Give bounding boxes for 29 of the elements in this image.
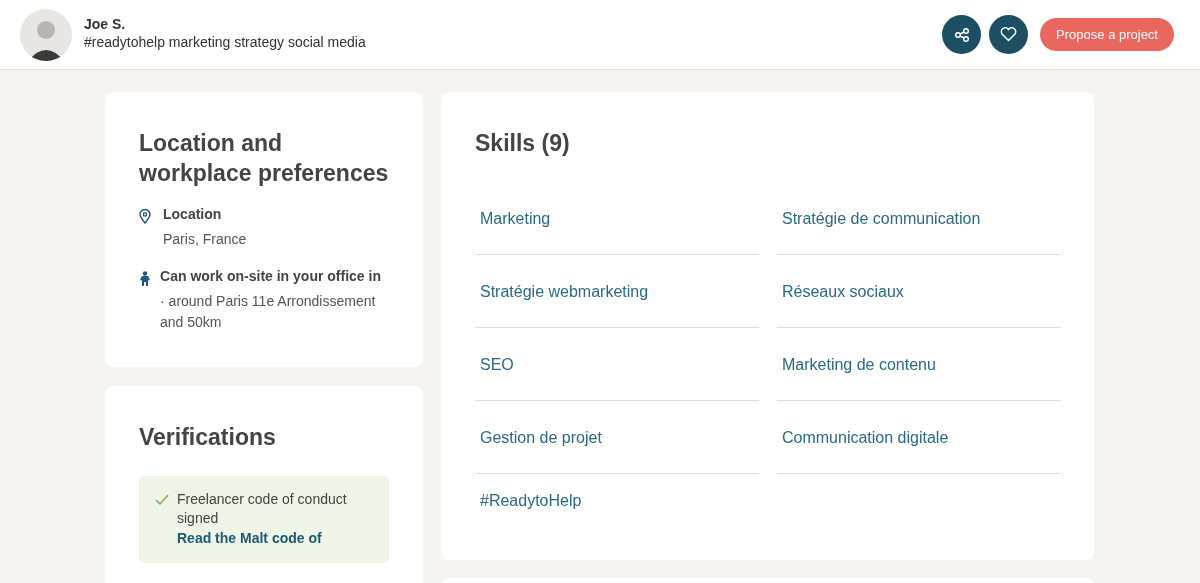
favorite-button[interactable] (989, 15, 1029, 54)
preference-value: Paris, France (163, 230, 247, 249)
avatar (20, 8, 72, 61)
share-button[interactable] (942, 15, 982, 54)
code-of-conduct-link[interactable]: Read the Malt code of (177, 530, 322, 546)
skill-link[interactable]: #ReadytoHelp (480, 490, 582, 511)
preference-label: Can work on-site in your office in (160, 267, 382, 286)
preference-value: · around Paris 11e Arrondissement and 50km (160, 292, 377, 332)
skill-link[interactable]: Marketing de contenu (782, 353, 936, 375)
card-title: Verifications (139, 423, 277, 452)
freelancer-name: Joe S. (84, 15, 127, 33)
location-pin-icon (139, 208, 151, 224)
share-icon (953, 26, 970, 43)
card-title: Skills (9) (475, 129, 571, 158)
check-icon (155, 494, 169, 506)
propose-project-button[interactable]: Propose a project (1040, 18, 1174, 51)
card-title: Location and workplace preferences (139, 129, 389, 188)
skill-link[interactable]: Gestion de projet (480, 426, 602, 448)
skill-link[interactable]: Communication digitale (782, 426, 949, 448)
skill-link[interactable]: Stratégie de communication (782, 207, 981, 229)
skill-link[interactable]: Stratégie webmarketing (480, 280, 649, 302)
heart-icon (1000, 27, 1018, 42)
preference-label: Location (163, 205, 223, 224)
person-icon (139, 270, 151, 286)
skill-link[interactable]: Marketing (480, 207, 551, 229)
skill-link[interactable]: Réseaux sociaux (782, 280, 904, 302)
skill-link[interactable]: SEO (480, 353, 514, 375)
verification-text: Freelancer code of conduct signed (177, 490, 348, 528)
tagline: #readytohelp marketing strategy social media (84, 33, 366, 53)
